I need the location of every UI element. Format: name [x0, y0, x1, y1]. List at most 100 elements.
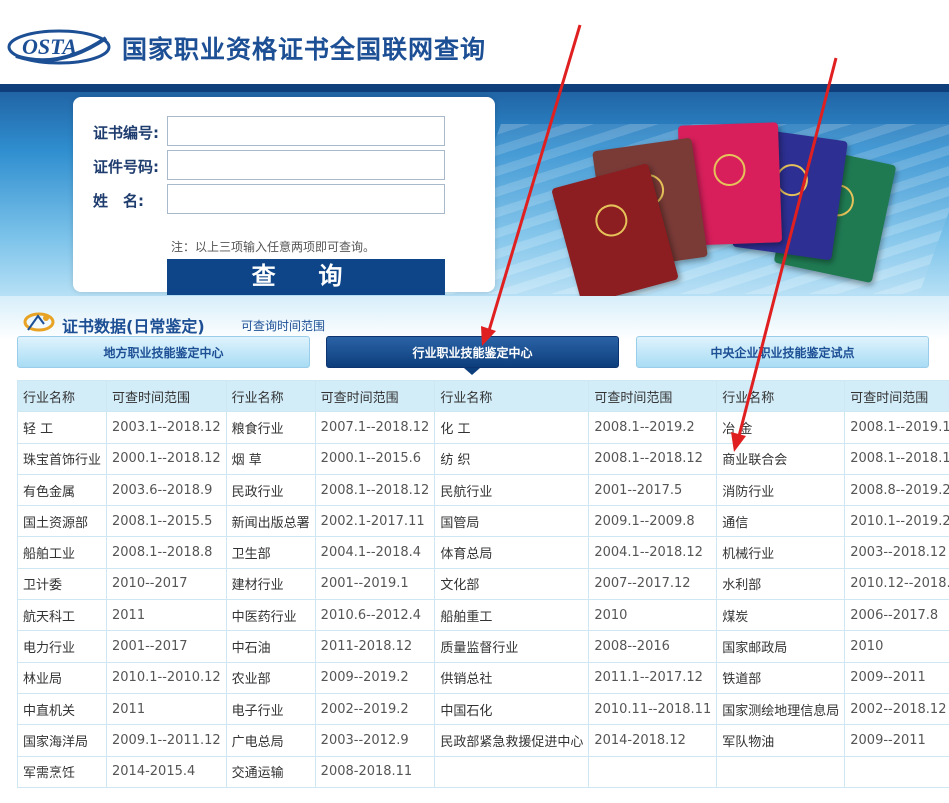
industry-name-cell: 建材行业 [225, 567, 316, 601]
industry-name-cell: 军需烹饪 [16, 755, 108, 788]
industry-name-cell: 航天科工 [16, 599, 108, 632]
date-range-cell: 2010.1--2010.12 [106, 661, 227, 694]
date-range-cell: 2002--2018.12 [844, 692, 949, 726]
industry-name-cell: 国土资源部 [16, 505, 108, 538]
table-row: 卫计委 2010--2017 建材行业 2001--2019.1 文化部 2007--20… [16, 567, 949, 601]
date-range-cell: 2009--2011 [844, 661, 949, 694]
section-subtitle: 可查询时间范围 [241, 319, 326, 333]
table-row: 林业局 2010.1--2010.12 农业部 2009--2019.2 供销总社 201… [16, 661, 949, 694]
date-range-cell: 2008.1--2018.12 [314, 473, 436, 507]
site-title: 国家职业资格证书全国联网查询 [122, 35, 487, 64]
industry-name-cell: 通信 [716, 505, 846, 538]
date-range-cell: 2014-2015.4 [106, 755, 227, 788]
industry-name-cell: 粮食行业 [225, 411, 316, 444]
date-range-cell: 2001--2017.5 [588, 473, 718, 507]
section-title: 证书数据(日常鉴定) [62, 317, 205, 336]
industry-name-cell: 民政部紧急救援促进中心 [434, 724, 590, 757]
industry-name-cell: 冶 金 [716, 411, 846, 444]
industry-name-cell: 广电总局 [225, 724, 316, 757]
table-row: 船舶工业 2008.1--2018.8 卫生部 2004.1--2018.4 体育总局 2… [16, 536, 949, 569]
date-range-cell [588, 755, 718, 788]
industry-name-cell: 煤炭 [716, 599, 846, 632]
industry-name-cell: 民政行业 [225, 473, 316, 507]
id-no-input[interactable] [167, 150, 445, 180]
date-range-cell: 2007--2017.12 [588, 567, 718, 601]
date-range-cell: 2010.1--2019.2 [844, 505, 949, 538]
date-range-cell: 2011 [106, 692, 227, 726]
date-range-cell: 2010.12--2018.2 [844, 567, 949, 601]
table-row: 军需烹饪 2014-2015.4 交通运输 2008-2018.11 [16, 755, 949, 788]
date-range-cell [844, 755, 949, 788]
date-range-cell: 2002.1-2017.11 [314, 505, 436, 538]
industry-name-cell [434, 755, 590, 788]
table-row: 中直机关 2011 电子行业 2002--2019.2 中国石化 2010.11--201… [16, 692, 949, 726]
column-header: 行业名称 [225, 379, 316, 413]
date-range-cell: 2009.1--2011.12 [106, 724, 227, 757]
table-row: 电力行业 2001--2017 中石油 2011-2018.12 质量监督行业 2008-… [16, 630, 949, 663]
industry-name-cell: 轻 工 [16, 411, 108, 444]
date-range-cell: 2003.1--2018.12 [106, 411, 227, 444]
table-body: 轻 工 2003.1--2018.12 粮食行业 2007.1--2018.12 化 工… [16, 411, 949, 788]
certificate-icon [23, 312, 55, 332]
date-range-cell: 2008-2018.11 [314, 755, 436, 788]
date-range-cell: 2010.11--2018.11 [588, 692, 718, 726]
date-range-cell: 2010 [588, 599, 718, 632]
date-range-cell: 2008--2016 [588, 630, 718, 663]
industry-name-cell: 中医药行业 [225, 599, 316, 632]
name-label: 姓 名: [93, 192, 144, 210]
industry-name-cell: 铁道部 [716, 661, 846, 694]
industry-name-cell: 中国石化 [434, 692, 590, 726]
industry-name-cell: 质量监督行业 [434, 630, 590, 663]
form-note: 注：以上三项输入任意两项即可查询。 [171, 240, 376, 254]
industry-name-cell: 卫生部 [225, 536, 316, 569]
date-range-cell: 2003--2018.12 [844, 536, 949, 569]
industry-name-cell: 船舶重工 [434, 599, 590, 632]
industry-name-cell: 纺 织 [434, 442, 590, 475]
tab-central-enterprise[interactable]: 中央企业职业技能鉴定试点 [636, 336, 929, 368]
cert-no-input[interactable] [167, 116, 445, 146]
column-header: 行业名称 [716, 379, 846, 413]
date-range-cell: 2009.1--2009.8 [588, 505, 718, 538]
logo-text: OSTA [22, 34, 77, 59]
page-root: OSTA 国家职业资格证书全国联网查询 证书编号: 证件号码: 姓 名: 注：以… [0, 0, 949, 803]
date-range-cell: 2011-2018.12 [314, 630, 436, 663]
industry-name-cell: 供销总社 [434, 661, 590, 694]
date-range-cell: 2011 [106, 599, 227, 632]
industry-name-cell: 商业联合会 [716, 442, 846, 475]
tab-local-centers[interactable]: 地方职业技能鉴定中心 [17, 336, 310, 368]
date-range-cell: 2014-2018.12 [588, 724, 718, 757]
industry-name-cell: 国管局 [434, 505, 590, 538]
name-input[interactable] [167, 184, 445, 214]
industry-name-cell: 交通运输 [225, 755, 316, 788]
column-header: 可查时间范围 [844, 379, 949, 413]
column-header: 可查时间范围 [588, 379, 718, 413]
date-range-cell: 2009--2019.2 [314, 661, 436, 694]
banner-stripe [0, 84, 949, 92]
id-no-label: 证件号码: [93, 158, 159, 176]
industry-name-cell: 珠宝首饰行业 [16, 442, 108, 475]
industry-name-cell: 消防行业 [716, 473, 846, 507]
industry-name-cell: 电力行业 [16, 630, 108, 663]
industry-name-cell: 有色金属 [16, 473, 108, 507]
industry-name-cell: 中直机关 [16, 692, 108, 726]
tab-industry-centers[interactable]: 行业职业技能鉴定中心 [326, 336, 619, 368]
table-row: 航天科工 2011 中医药行业 2010.6--2012.4 船舶重工 2010 煤炭 200… [16, 599, 949, 632]
industry-name-cell: 民航行业 [434, 473, 590, 507]
date-range-cell: 2009--2011 [844, 724, 949, 757]
date-range-cell: 2000.1--2015.6 [314, 442, 436, 475]
industry-name-cell: 军队物油 [716, 724, 846, 757]
industry-name-cell: 卫计委 [16, 567, 108, 601]
date-range-cell: 2003.6--2018.9 [106, 473, 227, 507]
date-range-cell: 2010--2017 [106, 567, 227, 601]
query-button[interactable]: 查 询 [167, 259, 445, 295]
osta-logo[interactable]: OSTA [6, 22, 112, 68]
date-range-cell: 2001--2019.1 [314, 567, 436, 601]
industry-name-cell: 农业部 [225, 661, 316, 694]
column-header: 可查时间范围 [106, 379, 227, 413]
date-range-cell: 2010 [844, 630, 949, 663]
date-range-cell: 2008.1--2018.12 [588, 442, 718, 475]
date-range-cell: 2008.8--2019.2 [844, 473, 949, 507]
date-range-cell: 2008.1--2019.1 [844, 411, 949, 444]
date-range-cell: 2008.1--2015.5 [106, 505, 227, 538]
date-range-cell: 2010.6--2012.4 [314, 599, 436, 632]
